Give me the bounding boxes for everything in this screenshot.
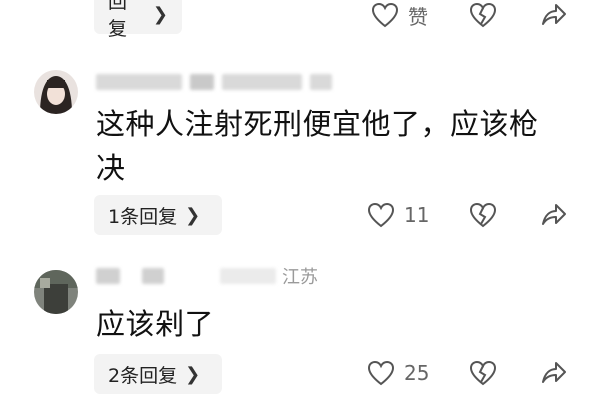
reply-button[interactable]: 1条回复 ❯ xyxy=(94,195,222,235)
comment-text: 这种人注射死刑便宜他了，应该枪 决 xyxy=(96,107,539,185)
comment-actions: 赞 xyxy=(370,0,428,30)
location-label: 江苏 xyxy=(282,267,318,288)
reply-button[interactable]: 回复 ❯ xyxy=(94,0,182,40)
reply-label: 2条回复 xyxy=(108,364,178,387)
share-icon[interactable] xyxy=(538,358,568,388)
like-label: 赞 xyxy=(408,4,428,29)
like-count: 25 xyxy=(404,361,430,385)
like-icon[interactable] xyxy=(370,0,400,30)
reply-button[interactable]: 2条回复 ❯ xyxy=(94,354,222,394)
dislike-icon[interactable] xyxy=(468,0,498,30)
comment-actions: 25 xyxy=(366,358,429,388)
like-icon[interactable] xyxy=(366,358,396,388)
avatar[interactable] xyxy=(34,270,78,314)
dislike-icon[interactable] xyxy=(468,358,498,388)
username-blurred xyxy=(96,72,332,92)
username-blurred: 江苏 xyxy=(96,266,318,288)
comment-actions: 11 xyxy=(366,200,429,230)
like-icon[interactable] xyxy=(366,200,396,230)
chevron-right-icon: ❯ xyxy=(185,204,201,226)
reply-label: 回复 xyxy=(108,0,128,40)
comment-text: 应该剁了 xyxy=(96,307,215,341)
reply-label: 1条回复 xyxy=(108,205,178,228)
chevron-right-icon: ❯ xyxy=(185,363,201,385)
avatar[interactable] xyxy=(34,70,78,114)
chevron-right-icon: ❯ xyxy=(152,3,168,25)
share-icon[interactable] xyxy=(538,0,568,30)
like-count: 11 xyxy=(404,203,430,227)
share-icon[interactable] xyxy=(538,200,568,230)
dislike-icon[interactable] xyxy=(468,200,498,230)
